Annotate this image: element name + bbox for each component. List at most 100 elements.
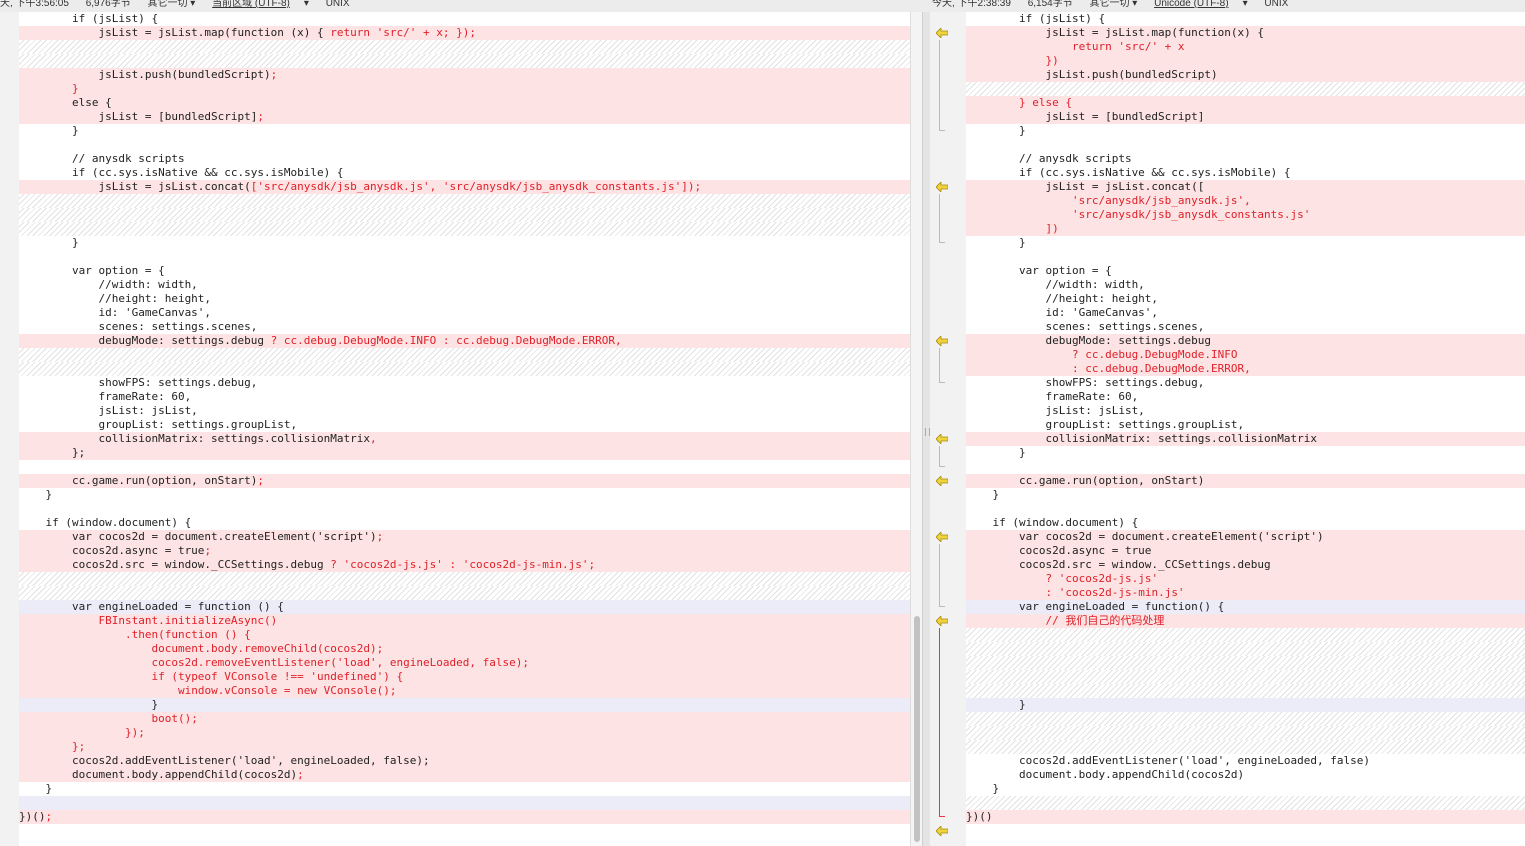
left-code-line[interactable]: FBInstant.initializeAsync(): [19, 614, 910, 628]
left-code-line[interactable]: cocos2d.async = true;: [19, 544, 910, 558]
merge-left-arrow-icon[interactable]: [936, 28, 948, 38]
right-code-line[interactable]: [966, 796, 1525, 810]
right-code-line[interactable]: jsList = [bundledScript]: [966, 110, 1525, 124]
left-code-line[interactable]: boot();: [19, 712, 910, 726]
left-code-line[interactable]: debugMode: settings.debug ? cc.debug.Deb…: [19, 334, 910, 348]
merge-left-arrow-icon[interactable]: [936, 336, 948, 346]
left-code-line[interactable]: cocos2d.removeEventListener('load', engi…: [19, 656, 910, 670]
merge-left-arrow-icon[interactable]: [936, 532, 948, 542]
right-code-line[interactable]: scenes: settings.scenes,: [966, 320, 1525, 334]
left-scrollbar-thumb[interactable]: [914, 616, 920, 842]
left-code-line[interactable]: //height: height,: [19, 292, 910, 306]
right-code-line[interactable]: if (cc.sys.isNative && cc.sys.isMobile) …: [966, 166, 1525, 180]
right-code-line[interactable]: }: [966, 236, 1525, 250]
right-code-line[interactable]: collisionMatrix: settings.collisionMatri…: [966, 432, 1525, 446]
left-code-line[interactable]: [19, 138, 910, 152]
left-code-line[interactable]: [19, 348, 910, 362]
right-line-ending[interactable]: UNIX: [1264, 0, 1288, 9]
right-filter-dropdown[interactable]: 其它一切 ▾: [1090, 0, 1138, 9]
right-code-line[interactable]: showFPS: settings.debug,: [966, 376, 1525, 390]
right-code-line[interactable]: [966, 250, 1525, 264]
right-code-line[interactable]: if (window.document) {: [966, 516, 1525, 530]
left-code-line[interactable]: [19, 586, 910, 600]
left-code-line[interactable]: var engineLoaded = function () {: [19, 600, 910, 614]
right-code-line[interactable]: : cc.debug.DebugMode.ERROR,: [966, 362, 1525, 376]
left-code-line[interactable]: if (typeof VConsole !== 'undefined') {: [19, 670, 910, 684]
right-code-line[interactable]: [966, 726, 1525, 740]
left-code-line[interactable]: jsList.push(bundledScript);: [19, 68, 910, 82]
right-code-line[interactable]: debugMode: settings.debug: [966, 334, 1525, 348]
left-code-line[interactable]: showFPS: settings.debug,: [19, 376, 910, 390]
left-code-line[interactable]: jsList = [bundledScript];: [19, 110, 910, 124]
right-code-line[interactable]: [966, 502, 1525, 516]
left-code-line[interactable]: jsList: jsList,: [19, 404, 910, 418]
left-code-line[interactable]: var cocos2d = document.createElement('sc…: [19, 530, 910, 544]
left-code-line[interactable]: window.vConsole = new VConsole();: [19, 684, 910, 698]
left-code-line[interactable]: //width: width,: [19, 278, 910, 292]
left-code-line[interactable]: collisionMatrix: settings.collisionMatri…: [19, 432, 910, 446]
left-code-line[interactable]: frameRate: 60,: [19, 390, 910, 404]
right-code-line[interactable]: }: [966, 698, 1525, 712]
right-code-line[interactable]: [966, 642, 1525, 656]
left-code-line[interactable]: }: [19, 488, 910, 502]
right-code-line[interactable]: [966, 656, 1525, 670]
left-line-ending[interactable]: UNIX: [326, 0, 350, 9]
right-code-line[interactable]: //width: width,: [966, 278, 1525, 292]
right-code-line[interactable]: 'src/anysdk/jsb_anysdk_constants.js': [966, 208, 1525, 222]
right-encoding-dropdown[interactable]: Unicode (UTF-8): [1154, 0, 1228, 9]
left-code-line[interactable]: [19, 824, 910, 838]
left-code-line[interactable]: if (window.document) {: [19, 516, 910, 530]
right-code-line[interactable]: var engineLoaded = function() {: [966, 600, 1525, 614]
left-code-pane[interactable]: if (jsList) { jsList = jsList.map(functi…: [19, 12, 910, 846]
right-code-line[interactable]: [966, 684, 1525, 698]
left-code-line[interactable]: }: [19, 698, 910, 712]
left-code-line[interactable]: cocos2d.src = window._CCSettings.debug ?…: [19, 558, 910, 572]
left-code-line[interactable]: [19, 362, 910, 376]
left-code-line[interactable]: };: [19, 446, 910, 460]
right-code-line[interactable]: jsList = jsList.map(function(x) {: [966, 26, 1525, 40]
merge-left-arrow-icon[interactable]: [936, 434, 948, 444]
right-code-line[interactable]: [966, 82, 1525, 96]
left-code-line[interactable]: [19, 460, 910, 474]
left-code-line[interactable]: if (jsList) {: [19, 12, 910, 26]
left-code-line[interactable]: [19, 502, 910, 516]
left-code-line[interactable]: [19, 208, 910, 222]
right-code-line[interactable]: ]): [966, 222, 1525, 236]
right-code-line[interactable]: cc.game.run(option, onStart): [966, 474, 1525, 488]
right-code-line[interactable]: if (jsList) {: [966, 12, 1525, 26]
left-filter-dropdown[interactable]: 其它一切 ▾: [148, 0, 196, 9]
right-code-pane[interactable]: if (jsList) { jsList = jsList.map(functi…: [966, 12, 1525, 846]
right-code-line[interactable]: }: [966, 782, 1525, 796]
right-code-line[interactable]: // anysdk scripts: [966, 152, 1525, 166]
right-code-line[interactable]: var cocos2d = document.createElement('sc…: [966, 530, 1525, 544]
right-code-line[interactable]: [966, 824, 1525, 838]
right-code-line[interactable]: }: [966, 446, 1525, 460]
right-code-line[interactable]: }: [966, 124, 1525, 138]
merge-left-arrow-icon[interactable]: [936, 476, 948, 486]
left-code-line[interactable]: groupList: settings.groupList,: [19, 418, 910, 432]
left-code-line[interactable]: id: 'GameCanvas',: [19, 306, 910, 320]
right-code-line[interactable]: [966, 670, 1525, 684]
left-code-line[interactable]: jsList = jsList.map(function (x) { retur…: [19, 26, 910, 40]
left-code-line[interactable]: }: [19, 236, 910, 250]
right-code-line[interactable]: document.body.appendChild(cocos2d): [966, 768, 1525, 782]
right-code-line[interactable]: [966, 460, 1525, 474]
left-code-line[interactable]: })();: [19, 810, 910, 824]
left-code-line[interactable]: [19, 40, 910, 54]
left-code-line[interactable]: jsList = jsList.concat(['src/anysdk/jsb_…: [19, 180, 910, 194]
merge-left-arrow-icon[interactable]: [936, 182, 948, 192]
right-code-line[interactable]: jsList.push(bundledScript): [966, 68, 1525, 82]
right-code-line[interactable]: [966, 138, 1525, 152]
left-code-line[interactable]: scenes: settings.scenes,: [19, 320, 910, 334]
left-code-line[interactable]: else {: [19, 96, 910, 110]
right-code-line[interactable]: frameRate: 60,: [966, 390, 1525, 404]
left-code-line[interactable]: var option = {: [19, 264, 910, 278]
right-code-line[interactable]: id: 'GameCanvas',: [966, 306, 1525, 320]
left-code-line[interactable]: });: [19, 726, 910, 740]
right-code-line[interactable]: jsList: jsList,: [966, 404, 1525, 418]
left-code-line[interactable]: document.body.appendChild(cocos2d);: [19, 768, 910, 782]
left-code-line[interactable]: .then(function () {: [19, 628, 910, 642]
left-encoding-chevron-icon[interactable]: ▾: [304, 0, 309, 9]
left-encoding-dropdown[interactable]: 当前区域 (UTF-8): [212, 0, 290, 9]
right-code-line[interactable]: cocos2d.addEventListener('load', engineL…: [966, 754, 1525, 768]
